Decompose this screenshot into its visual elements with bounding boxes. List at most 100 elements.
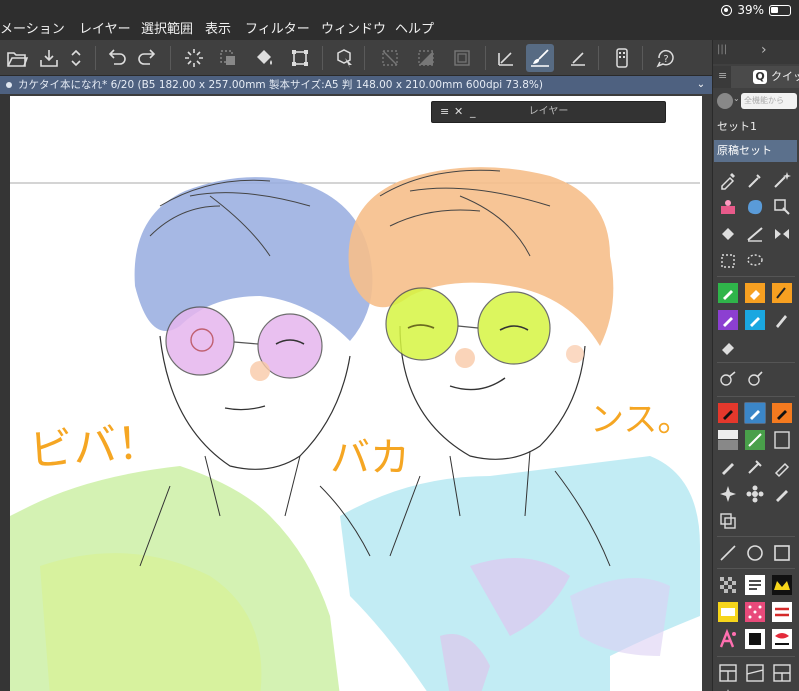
canvas-scroll-edge <box>702 96 712 691</box>
flip-icon[interactable] <box>771 223 793 245</box>
red-text-stamp-icon[interactable] <box>771 601 793 623</box>
letter-a-stamp-icon[interactable] <box>717 628 739 650</box>
menu-layer[interactable]: レイヤー <box>79 20 131 40</box>
text-stamp-icon[interactable] <box>744 574 766 596</box>
ruler-pen-icon[interactable] <box>492 44 520 72</box>
menu-help[interactable]: ヘルプ <box>395 20 434 40</box>
open-file-icon[interactable] <box>3 44 31 72</box>
blob-icon[interactable] <box>744 196 766 218</box>
fill-icon[interactable] <box>717 223 739 245</box>
straight-pen-icon[interactable] <box>564 44 592 72</box>
chevron-down-icon[interactable]: ⌄ <box>733 94 740 103</box>
svg-text:?: ? <box>663 54 668 65</box>
set-item-selected[interactable]: 原稿セット <box>714 140 797 162</box>
layer-select-icon[interactable] <box>771 196 793 218</box>
g-pen-icon[interactable] <box>771 456 793 478</box>
brush-icon[interactable] <box>526 44 554 72</box>
rectangle-icon[interactable] <box>771 542 793 564</box>
panel-grip-icon[interactable]: ||| <box>717 44 727 55</box>
eyedropper-icon[interactable] <box>744 169 766 191</box>
brush-orange-icon[interactable] <box>771 282 793 304</box>
chevron-down-icon[interactable]: ⌄ <box>694 76 708 94</box>
lasso-icon[interactable] <box>744 250 766 272</box>
menu-selection[interactable]: 選択範囲 <box>141 20 193 40</box>
search-row: ⌄ 全機能から <box>713 90 799 112</box>
tone-gray-icon[interactable] <box>717 429 739 451</box>
modified-dot-icon <box>6 82 12 88</box>
marker-selected-icon[interactable] <box>744 402 766 424</box>
clip-studio-window: メーション レイヤー 選択範囲 表示 フィルター ウィンドウ ヘルプ 39% ?… <box>0 0 799 691</box>
pipette-icon[interactable] <box>717 169 739 191</box>
loading-icon[interactable] <box>180 44 208 72</box>
copy-layer-icon[interactable] <box>717 510 739 532</box>
menu-view[interactable]: 表示 <box>205 20 231 40</box>
redo-icon[interactable] <box>134 44 162 72</box>
undo-icon[interactable] <box>102 44 130 72</box>
up-down-chevron-icon[interactable] <box>62 44 90 72</box>
menu-animation[interactable]: メーション <box>0 20 65 40</box>
smudge-icon[interactable] <box>744 368 766 390</box>
transform-icon[interactable] <box>286 44 314 72</box>
search-icon[interactable] <box>717 93 733 109</box>
frame-diagonal-icon[interactable] <box>744 662 766 684</box>
selection-fill-icon[interactable] <box>412 44 440 72</box>
transform-icon[interactable] <box>717 250 739 272</box>
marker-orange-icon[interactable] <box>771 402 793 424</box>
tone-green-icon[interactable] <box>744 429 766 451</box>
pen-gray-icon[interactable] <box>771 309 793 331</box>
eraser-icon[interactable] <box>717 336 739 358</box>
eraser-orange-icon[interactable] <box>744 282 766 304</box>
document-tab[interactable]: カケタイ本になれ* 6/20 (B5 182.00 x 257.00mm 製本サ… <box>0 76 712 94</box>
black-text-stamp-icon[interactable] <box>744 628 766 650</box>
help-icon[interactable]: ? <box>652 44 680 72</box>
kiss-stamp-icon[interactable] <box>771 628 793 650</box>
artwork-text-1: ビバ！ <box>27 417 162 477</box>
pencil-icon[interactable] <box>717 456 739 478</box>
set-label: セット1 <box>717 120 757 133</box>
fill-bucket-icon[interactable] <box>250 44 278 72</box>
quick-access-icon: Q <box>753 70 767 84</box>
flower-icon[interactable] <box>744 483 766 505</box>
3d-select-icon[interactable] <box>330 44 358 72</box>
pattern-icon[interactable] <box>717 574 739 596</box>
pink-pattern-icon[interactable] <box>744 601 766 623</box>
sparkle-icon[interactable] <box>717 483 739 505</box>
canvas-left-edge <box>0 94 10 691</box>
clear-selection-icon[interactable] <box>214 44 242 72</box>
search-input[interactable]: 全機能から <box>741 93 797 109</box>
paper-stamp-icon[interactable] <box>717 601 739 623</box>
pen-cyan-icon[interactable] <box>744 309 766 331</box>
ink-pen-icon[interactable] <box>744 456 766 478</box>
rotation-lock-icon <box>721 4 733 16</box>
battery-icon <box>769 4 791 16</box>
tab-quick-access[interactable]: Q クイッ <box>731 66 799 88</box>
cake-icon[interactable] <box>717 196 739 218</box>
hide-selection-icon[interactable] <box>376 44 404 72</box>
save-icon[interactable] <box>35 44 63 72</box>
tone-white-icon[interactable] <box>771 429 793 451</box>
decoration-pen-icon[interactable] <box>771 483 793 505</box>
battery-percent: 39% <box>737 3 764 17</box>
frame-grid-icon[interactable] <box>771 662 793 684</box>
menu-window[interactable]: ウィンドウ <box>321 20 386 40</box>
marker-red-icon[interactable] <box>717 402 739 424</box>
document-title: カケタイ本になれ* 6/20 (B5 182.00 x 257.00mm 製本サ… <box>18 79 543 91</box>
chevron-right-icon[interactable]: › <box>761 42 767 58</box>
drawing-canvas[interactable]: ビバ！ バカ ンス。 <box>10 96 709 691</box>
menu-filter[interactable]: フィルター <box>245 20 310 40</box>
tab-menu-icon[interactable]: ≡ <box>718 69 727 82</box>
selection-border-icon[interactable] <box>448 44 476 72</box>
magic-wand-icon[interactable] <box>771 169 793 191</box>
illustration: ビバ！ バカ ンス。 <box>10 167 700 691</box>
line-icon[interactable] <box>717 542 739 564</box>
circle-icon[interactable] <box>744 542 766 564</box>
smartphone-icon[interactable] <box>608 44 636 72</box>
pen-purple-icon[interactable] <box>717 309 739 331</box>
pen-green-icon[interactable] <box>717 282 739 304</box>
layer-window[interactable]: ≡ ✕ _ レイヤー <box>431 101 666 123</box>
gradient-icon[interactable] <box>744 223 766 245</box>
quick-access-label: クイッ <box>771 70 799 83</box>
frame-split-icon[interactable] <box>717 662 739 684</box>
blend-icon[interactable] <box>717 368 739 390</box>
crown-icon[interactable] <box>771 574 793 596</box>
